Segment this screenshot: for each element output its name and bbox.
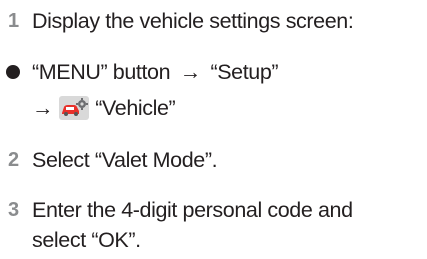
step-text-line-2: select “OK”.	[32, 228, 141, 252]
step-text-line-1: Enter the 4-digit personal code and	[32, 198, 353, 222]
step-text: Display the vehicle settings screen:	[32, 9, 354, 33]
bullet-icon	[6, 65, 20, 79]
menu-button-label: “MENU” button	[32, 60, 171, 84]
vehicle-label: “Vehicle”	[95, 96, 176, 120]
arrow-right-icon: →	[179, 60, 202, 84]
arrow-right-icon: →	[32, 96, 54, 120]
step-number: 1	[8, 10, 20, 32]
step-number: 3	[8, 199, 20, 221]
step-number: 2	[8, 149, 20, 171]
setup-label: “Setup”	[210, 60, 279, 84]
step-text: Select “Valet Mode”.	[32, 148, 218, 172]
car-gear-icon	[58, 96, 89, 120]
